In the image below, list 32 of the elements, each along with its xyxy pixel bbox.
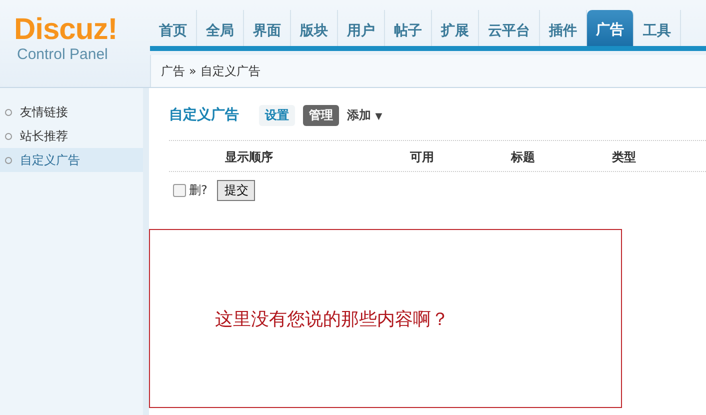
nav-tab[interactable]: 工具 [634, 10, 681, 46]
nav-tab[interactable]: 云平台 [479, 10, 540, 46]
column-header: 显示顺序 [225, 149, 273, 166]
bullet-icon [5, 132, 12, 140]
bullet-icon [5, 108, 12, 116]
breadcrumb-item[interactable]: 广告 [161, 62, 185, 80]
column-header: 类型 [612, 149, 636, 166]
delete-checkbox[interactable]: 删? [173, 182, 208, 198]
nav-tab[interactable]: 用户 [338, 10, 385, 46]
breadcrumb-item[interactable]: 自定义广告 [200, 62, 260, 80]
logo-subtitle: Control Panel [17, 46, 109, 63]
sidebar-item[interactable]: 自定义广告 [0, 148, 143, 172]
nav-tab[interactable]: 版块 [291, 10, 338, 46]
bullet-icon [5, 156, 12, 164]
logo-text: Discuz! [14, 14, 118, 46]
page-title: 自定义广告 [169, 106, 239, 124]
subtab[interactable]: 设置 [259, 104, 295, 126]
nav-tab[interactable]: 广告 [587, 10, 634, 46]
breadcrumb-separator: » [189, 64, 196, 78]
nav-tab[interactable]: 扩展 [432, 10, 479, 46]
nav-tab[interactable]: 帖子 [385, 10, 432, 46]
sidebar-item[interactable]: 站长推荐 [0, 124, 143, 148]
subtab[interactable]: 管理 [303, 104, 339, 126]
sidebar-item[interactable]: 友情链接 [0, 100, 143, 124]
column-header: 标题 [511, 149, 535, 166]
annotation-text: 这里没有您说的那些内容啊？ [215, 308, 449, 330]
submit-button[interactable]: 提交 [217, 180, 256, 200]
nav-tab[interactable]: 首页 [150, 10, 197, 46]
nav-tab[interactable]: 界面 [244, 10, 291, 46]
column-header: 可用 [410, 149, 434, 166]
add-dropdown[interactable]: 添加 ▼ [347, 106, 382, 124]
nav-tab[interactable]: 全局 [197, 10, 244, 46]
